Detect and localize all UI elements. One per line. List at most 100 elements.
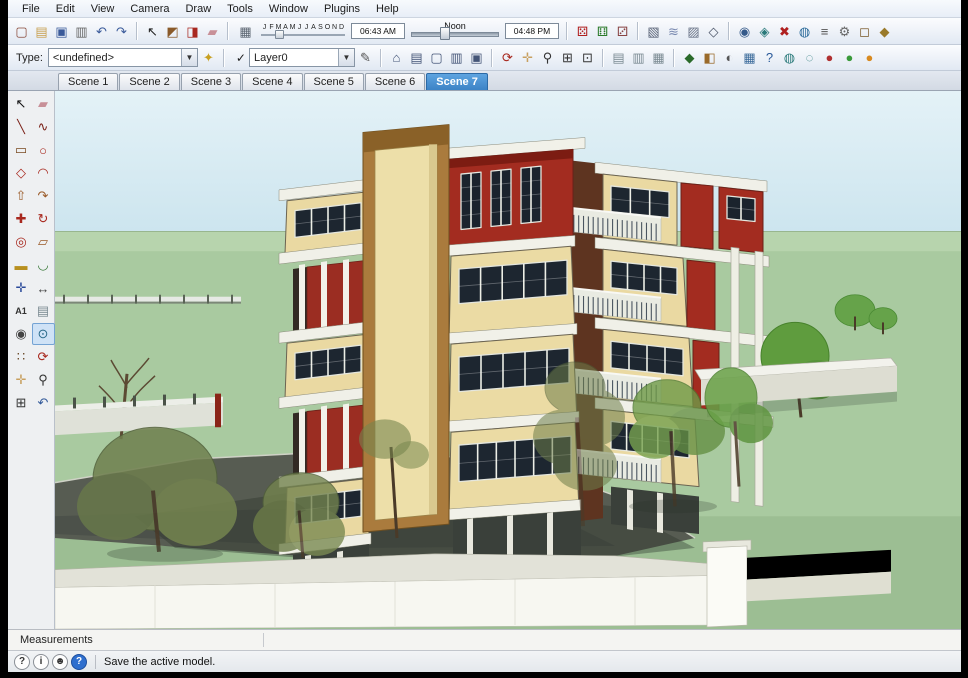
section-plane-tool[interactable]: ▤ [32,300,55,322]
solid-subtract-icon[interactable]: ◌ [800,48,819,67]
details-icon[interactable]: ✦ [199,48,218,67]
rotate-tool[interactable]: ↻ [32,208,55,230]
undo-icon[interactable]: ↶ [92,22,111,41]
zoom-window-icon[interactable]: ⊞ [558,48,577,67]
styles-icon[interactable]: ◐ [720,48,739,67]
settings-icon[interactable]: ⚙ [835,22,854,41]
protractor-tool[interactable]: ◡ [32,254,55,276]
back-view-icon[interactable]: ▣ [467,48,486,67]
sunrise-time-field[interactable]: 06:43 AM [351,23,405,39]
top-view-icon[interactable]: ▤ [407,48,426,67]
pencil-icon[interactable]: ✎ [356,48,375,67]
menu-file[interactable]: File [14,1,48,17]
scene-tab-5[interactable]: Scene 5 [303,73,364,90]
dimensions-tool[interactable]: ↔ [32,277,55,299]
open-icon[interactable]: ▤ [32,22,51,41]
text-tool[interactable]: A1 [10,300,33,322]
iso-view-icon[interactable]: ⌂ [387,48,406,67]
look-around-tool[interactable]: ⊙ [31,323,55,345]
zoom-icon[interactable]: ⚲ [538,48,557,67]
rectangle-tool[interactable]: ▭ [10,139,33,161]
polygon-tool[interactable]: ◇ [10,162,33,184]
layer-combobox[interactable]: Layer0 ▼ [248,48,355,67]
materials-icon[interactable]: ◧ [700,48,719,67]
menu-draw[interactable]: Draw [177,1,219,17]
type-dropdown-arrow[interactable]: ▼ [180,49,197,66]
paint-bucket-icon[interactable]: ◨ [183,22,202,41]
section-display-icon[interactable]: ▥ [629,48,648,67]
shadow-time-slider[interactable]: Noon [409,21,501,41]
walk-tool[interactable]: ∷ [10,346,33,368]
select-tool[interactable]: ↖ [10,93,33,115]
components-icon[interactable]: ◆ [680,48,699,67]
scene-tab-4[interactable]: Scene 4 [242,73,303,90]
menu-camera[interactable]: Camera [122,1,177,17]
tag-icon[interactable]: ◆ [875,22,894,41]
building-center-block[interactable] [444,137,586,570]
fog-icon[interactable]: ≋ [664,22,683,41]
front-view-icon[interactable]: ▢ [427,48,446,67]
eraser-tool[interactable]: ▰ [32,93,55,115]
layer-dropdown-arrow[interactable]: ▼ [337,49,354,66]
position-camera-tool[interactable]: ◉ [10,323,33,345]
building-model[interactable] [278,124,774,601]
pan-tool[interactable]: ✛ [10,369,33,391]
user-icon[interactable]: ☻ [52,653,68,670]
make-component-icon[interactable]: ◩ [163,22,182,41]
section-plane-icon[interactable]: ▤ [609,48,628,67]
print-icon[interactable]: ▥ [72,22,91,41]
model-canvas[interactable] [55,91,961,629]
scenes-manager-icon[interactable]: ▦ [740,48,759,67]
orange-dot-icon[interactable]: ● [860,48,879,67]
axes-tool[interactable]: ✛ [10,277,33,299]
dice-red-icon[interactable]: ⚄ [573,22,592,41]
circle-tool[interactable]: ○ [32,139,55,161]
menu-help[interactable]: Help [368,1,407,17]
scale-tool[interactable]: ▱ [32,231,55,253]
zoom-tool[interactable]: ⚲ [32,369,55,391]
previous-view-tool[interactable]: ↶ [32,392,55,414]
layers-list-icon[interactable]: ≡ [815,22,834,41]
geo-location-icon[interactable]: ◍ [795,22,814,41]
xray-icon[interactable]: ▨ [684,22,703,41]
shadow-settings-icon[interactable]: ▦ [236,22,255,41]
menu-window[interactable]: Window [261,1,316,17]
time-slider-handle[interactable] [440,27,451,40]
type-combobox[interactable]: <undefined> ▼ [47,48,198,67]
scene-tab-7[interactable]: Scene 7 [426,73,488,90]
edge-style-icon[interactable]: ◇ [704,22,723,41]
new-icon[interactable]: ▢ [12,22,31,41]
freehand-tool[interactable]: ∿ [32,116,55,138]
camera-icon[interactable]: ◉ [735,22,754,41]
scene-tab-1[interactable]: Scene 1 [58,73,119,90]
follow-me-tool[interactable]: ↷ [32,185,55,207]
offset-tool[interactable]: ◎ [10,231,33,253]
solid-union-icon[interactable]: ◍ [780,48,799,67]
menu-tools[interactable]: Tools [219,1,261,17]
menu-view[interactable]: View [83,1,123,17]
tape-measure-tool[interactable]: ▬ [10,254,33,276]
shadow-date-slider[interactable]: JFMAMJJASOND [259,23,347,39]
line-tool[interactable]: ╲ [10,116,33,138]
side-view-icon[interactable]: ▥ [447,48,466,67]
building-core-tower[interactable] [362,124,450,533]
orbit-tool[interactable]: ⟳ [32,346,55,368]
menu-plugins[interactable]: Plugins [316,1,368,17]
select-icon[interactable]: ↖ [143,22,162,41]
move-tool[interactable]: ✚ [10,208,33,230]
scene-tab-6[interactable]: Scene 6 [364,73,426,90]
save-icon[interactable]: ▣ [52,22,71,41]
model-viewport[interactable] [55,91,961,629]
menu-edit[interactable]: Edit [48,1,83,17]
zoom-extents-tool[interactable]: ⊞ [10,392,33,414]
pan-icon[interactable]: ✛ [518,48,537,67]
help-icon[interactable]: ? [14,653,30,670]
erase-icon[interactable]: ▰ [203,22,222,41]
instructor-icon[interactable]: ? [760,48,779,67]
scene-tab-3[interactable]: Scene 3 [180,73,242,90]
date-slider-handle[interactable] [275,30,284,39]
scene-tab-2[interactable]: Scene 2 [119,73,180,90]
orbit-icon[interactable]: ⟳ [498,48,517,67]
green-dot-icon[interactable]: ● [840,48,859,67]
dice-white-icon[interactable]: ⚂ [613,22,632,41]
